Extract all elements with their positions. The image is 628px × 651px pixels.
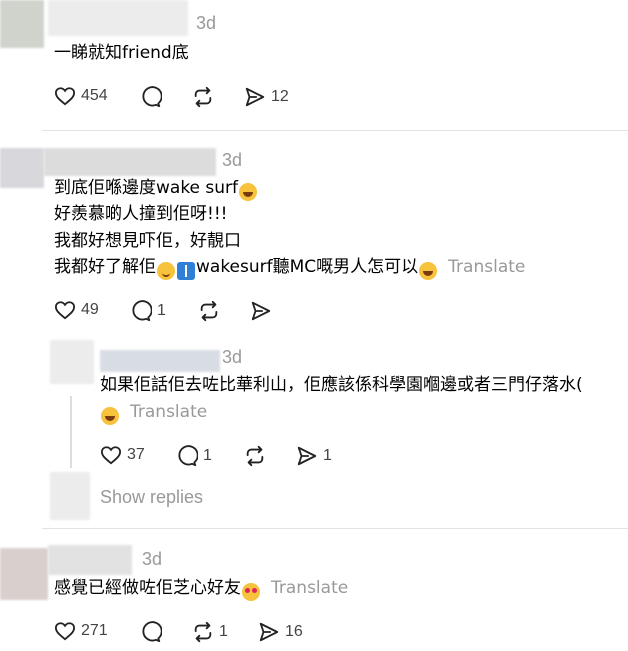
avatar[interactable]: [50, 472, 90, 520]
comment-text-line: 我都好想見吓佢，好靚口: [54, 231, 241, 251]
comment-time[interactable]: 3d: [196, 13, 216, 34]
thread-line: [70, 396, 72, 468]
repost-button[interactable]: 1: [192, 621, 228, 643]
comment-text-segment: 感覺已經做咗佢芝心好友: [54, 578, 241, 598]
share-button[interactable]: 12: [244, 86, 289, 108]
translate-link[interactable]: Translate: [130, 402, 207, 422]
username-redacted[interactable]: [48, 545, 132, 575]
like-count: 37: [127, 446, 145, 463]
reply-button[interactable]: [140, 86, 162, 108]
repost-button[interactable]: [198, 300, 220, 322]
repost-icon: [246, 445, 264, 467]
translate-link[interactable]: Translate: [448, 257, 525, 277]
repost-count: 1: [219, 623, 228, 640]
share-button[interactable]: 16: [258, 621, 303, 643]
heart-icon: [100, 446, 122, 465]
heart-icon: [54, 301, 76, 320]
reply-count: 1: [203, 447, 212, 464]
up-down-arrow-icon: ↕: [177, 262, 195, 280]
comment-text-segment: wakesurf聽MC嘅男人怎可以: [196, 257, 419, 277]
show-replies-link[interactable]: Show replies: [100, 484, 203, 510]
share-button[interactable]: [250, 300, 272, 322]
comment-text-segment: 到底佢喺邊度wake surf: [54, 178, 239, 198]
reply-button[interactable]: 1: [176, 445, 212, 467]
share-button[interactable]: 1: [296, 445, 332, 467]
comment-bubble-icon: [142, 86, 162, 108]
laughing-emoji-icon: 😂: [101, 407, 119, 425]
repost-icon: [194, 621, 212, 643]
username-redacted[interactable]: [48, 0, 188, 36]
laughing-emoji-icon: 😂: [239, 183, 258, 201]
heart-icon: [54, 87, 76, 106]
comment-text: 一睇就知friend底: [54, 43, 189, 63]
avatar[interactable]: [0, 148, 44, 188]
reply-button[interactable]: 1: [130, 300, 166, 322]
comment-time[interactable]: 3d: [222, 347, 242, 368]
share-icon: [251, 301, 271, 321]
comment-text-line: 😂 Translate: [100, 399, 207, 425]
heart-eyes-emoji-icon: 😍: [242, 583, 260, 601]
username-redacted[interactable]: [44, 148, 216, 176]
laughing-emoji-icon: 😂: [419, 262, 438, 280]
avatar[interactable]: [50, 340, 94, 384]
comment-time[interactable]: 3d: [142, 549, 162, 570]
like-button[interactable]: 37: [100, 445, 145, 465]
comment-text-line: 如果佢話佢去咗比華利山，佢應該係科學園嗰邊或者三門仔落水(: [100, 375, 583, 395]
like-count: 454: [81, 87, 108, 104]
comment-bubble-icon: [132, 300, 152, 322]
like-count: 271: [81, 622, 108, 639]
repost-icon: [194, 86, 212, 108]
repost-button[interactable]: [244, 445, 266, 467]
comment-text-segment: 我都好了解佢: [54, 257, 156, 277]
comment-text-line: 我都好了解佢🙂↕wakesurf聽MC嘅男人怎可以😂 Translate: [54, 254, 525, 280]
comment-text-line: 到底佢喺邊度wake surf😂: [54, 175, 258, 201]
like-count: 49: [81, 301, 99, 318]
reply-count: 1: [157, 302, 166, 319]
share-count: 1: [323, 447, 332, 464]
username-redacted[interactable]: [100, 350, 220, 372]
divider: [42, 528, 628, 529]
avatar[interactable]: [0, 0, 44, 48]
translate-link[interactable]: Translate: [271, 578, 348, 598]
share-count: 12: [271, 88, 289, 105]
comment-text-line: 感覺已經做咗佢芝心好友😍 Translate: [54, 575, 348, 601]
like-button[interactable]: 271: [54, 621, 108, 641]
comment-text-line: 好羨慕啲人撞到佢呀!!!: [54, 204, 228, 224]
repost-button[interactable]: [192, 86, 214, 108]
like-button[interactable]: 454: [54, 86, 108, 106]
comment-bubble-icon: [178, 445, 198, 467]
share-icon: [297, 446, 317, 466]
reply-button[interactable]: [140, 621, 162, 643]
heart-icon: [54, 622, 76, 641]
divider: [42, 130, 628, 131]
comment-bubble-icon: [142, 621, 162, 643]
comment-time[interactable]: 3d: [222, 150, 242, 171]
smile-emoji-icon: 🙂: [157, 262, 175, 280]
share-count: 16: [285, 623, 303, 640]
share-icon: [245, 87, 265, 107]
like-button[interactable]: 49: [54, 300, 99, 320]
avatar[interactable]: [0, 548, 48, 600]
share-icon: [259, 622, 279, 642]
repost-icon: [200, 300, 218, 322]
